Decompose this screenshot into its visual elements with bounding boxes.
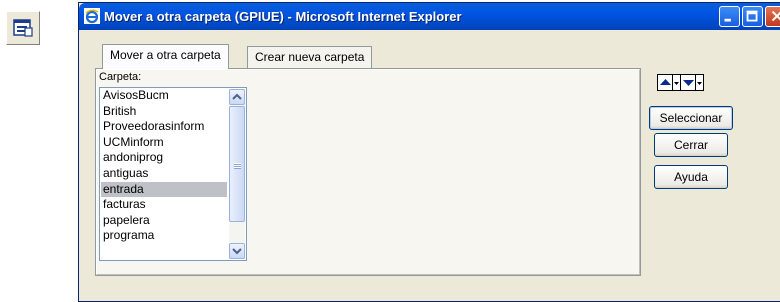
ie-icon: [84, 8, 100, 24]
list-item-selected[interactable]: entrada: [101, 181, 227, 198]
folder-listbox[interactable]: AvisosBucm British Proveedorasinform UCM…: [99, 87, 247, 261]
window-title: Mover a otra carpeta (GPIUE) - Microsoft…: [104, 9, 462, 24]
move-up-icon: [660, 79, 671, 85]
maximize-button[interactable]: [742, 6, 763, 27]
dialog-content: Mover a otra carpeta Crear nueva carpeta…: [81, 30, 780, 299]
title-bar[interactable]: Mover a otra carpeta (GPIUE) - Microsoft…: [79, 3, 780, 30]
list-item[interactable]: British: [101, 104, 227, 120]
list-item[interactable]: papelera: [101, 213, 227, 229]
close-icon: [771, 10, 780, 22]
list-item[interactable]: UCMinform: [101, 135, 227, 151]
list-item[interactable]: facturas: [101, 197, 227, 213]
select-button[interactable]: Seleccionar: [649, 106, 733, 130]
dropdown-arrow-icon: [674, 82, 679, 85]
scroll-down-button[interactable]: [229, 243, 245, 259]
help-button[interactable]: Ayuda: [654, 165, 728, 189]
tab-panel: Carpeta: AvisosBucm British Proveedorasi…: [95, 68, 641, 276]
list-scrollbar[interactable]: [229, 89, 245, 259]
scroll-down-icon: [232, 248, 242, 255]
minimize-button[interactable]: [719, 6, 740, 27]
dropdown-arrow-icon: [697, 82, 702, 85]
move-folder-toolbar-button[interactable]: [6, 11, 40, 45]
close-window-button[interactable]: [765, 6, 780, 27]
list-item[interactable]: andoniprog: [101, 150, 227, 166]
list-item[interactable]: antiguas: [101, 166, 227, 182]
list-item[interactable]: programa: [101, 228, 227, 244]
list-item[interactable]: Proveedorasinform: [101, 119, 227, 135]
move-down-dropdown[interactable]: [695, 74, 704, 91]
scroll-up-icon: [232, 93, 242, 100]
list-item[interactable]: AvisosBucm: [101, 88, 227, 104]
folder-label: Carpeta:: [99, 71, 142, 83]
move-down-icon: [683, 80, 694, 86]
scroll-thumb[interactable]: [229, 106, 245, 222]
toolbar-folder-icon: [13, 19, 33, 37]
tab-new-folder[interactable]: Crear nueva carpeta: [247, 46, 373, 68]
close-button[interactable]: Cerrar: [654, 133, 728, 157]
minimize-icon: [724, 18, 731, 22]
scroll-up-button[interactable]: [229, 89, 245, 105]
tab-move-folder[interactable]: Mover a otra carpeta: [102, 44, 229, 69]
folder-list: AvisosBucm British Proveedorasinform UCM…: [101, 88, 227, 244]
maximize-icon: [746, 10, 758, 22]
dialog-window: Mover a otra carpeta (GPIUE) - Microsoft…: [78, 2, 780, 302]
